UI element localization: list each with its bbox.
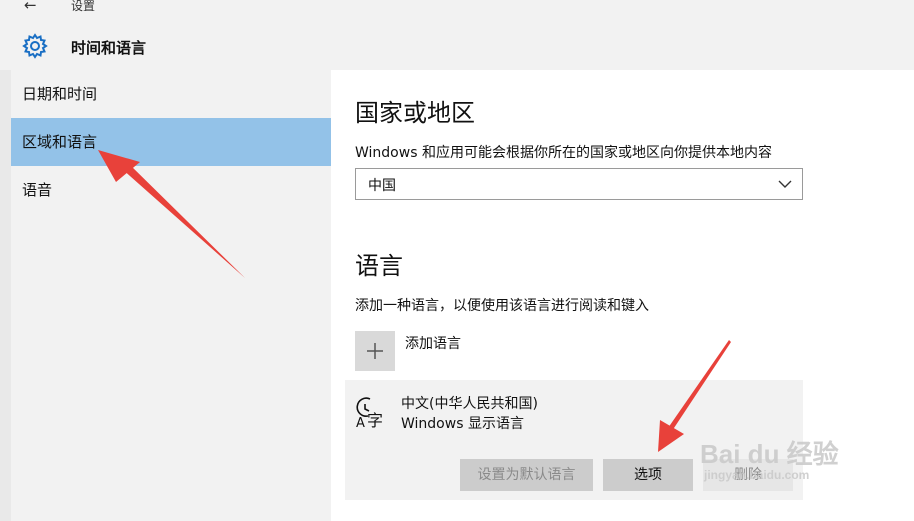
sidebar-item-speech[interactable]: 语音 <box>11 166 331 214</box>
country-selected-value: 中国 <box>368 178 396 194</box>
add-language-button[interactable] <box>355 331 395 371</box>
region-heading: 国家或地区 <box>355 99 475 127</box>
set-default-language-button[interactable]: 设置为默认语言 <box>460 459 593 491</box>
options-button[interactable]: 选项 <box>603 459 693 491</box>
back-button[interactable]: ← <box>24 0 48 14</box>
language-heading: 语言 <box>355 252 403 280</box>
chevron-down-icon <box>778 180 792 188</box>
title-bar <box>0 0 914 70</box>
add-language-label[interactable]: 添加语言 <box>405 333 461 353</box>
language-name: 中文(中华人民共和国) <box>401 396 538 412</box>
plus-icon <box>367 343 383 359</box>
watermark-url: jingyan.baidu.com <box>704 468 810 482</box>
page-title: 时间和语言 <box>71 39 147 57</box>
sidebar-edge <box>0 70 11 521</box>
svg-text:A: A <box>356 416 365 429</box>
gear-icon <box>22 33 48 59</box>
language-description: 添加一种语言，以便使用该语言进行阅读和键入 <box>355 298 649 314</box>
window-title: 设置 <box>71 0 96 13</box>
watermark-logo: Bai du 经验 jingyan.baidu.com <box>700 440 839 482</box>
region-description: Windows 和应用可能会根据你所在的国家或地区向你提供本地内容 <box>355 145 772 161</box>
language-display-status: Windows 显示语言 <box>401 416 524 432</box>
sidebar-item-region-language[interactable]: 区域和语言 <box>11 118 331 166</box>
watermark-main-text: Bai du 经验 <box>700 439 839 469</box>
svg-text:字: 字 <box>367 411 383 429</box>
language-settings-icon: A 字 <box>356 397 383 429</box>
country-dropdown[interactable]: 中国 <box>355 168 803 200</box>
sidebar-item-date-time[interactable]: 日期和时间 <box>11 70 331 118</box>
